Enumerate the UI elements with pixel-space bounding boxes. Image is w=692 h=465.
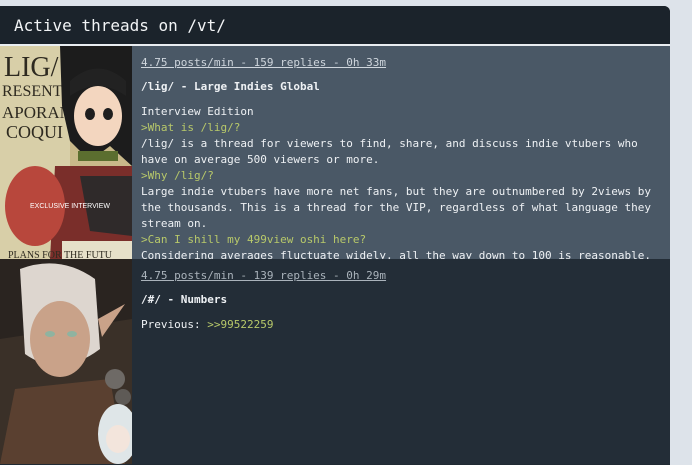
thread-thumbnail[interactable]: LIG/ RESENTS APORANA COQUI EXCLUSIVE INT… xyxy=(0,46,132,259)
thread-op-text: Interview Edition >What is /lig/? /lig/ … xyxy=(141,104,670,259)
op-line: Considering averages fluctuate widely, a… xyxy=(141,249,651,259)
op-line: Interview Edition xyxy=(141,105,254,118)
greentext-line: >What is /lig/? xyxy=(141,121,241,134)
greentext-line: >Can I shill my 499view oshi here? xyxy=(141,233,367,246)
thread-thumbnail[interactable] xyxy=(0,259,132,464)
panel-title: Active threads on /vt/ xyxy=(0,6,670,46)
thread-subject: /lig/ - Large Indies Global xyxy=(141,80,320,93)
greentext-line: >Why /lig/? xyxy=(141,169,214,182)
svg-text:RESENTS: RESENTS xyxy=(2,83,71,100)
thread-stats-link[interactable]: 4.75 posts/min - 159 replies - 0h 33m xyxy=(141,55,670,71)
svg-text:PLANS FOR THE FUTU: PLANS FOR THE FUTU xyxy=(8,250,113,259)
thread-body: 4.75 posts/min - 139 replies - 0h 29m /#… xyxy=(132,259,670,464)
thread-stats-link[interactable]: 4.75 posts/min - 139 replies - 0h 29m xyxy=(141,268,670,284)
previous-thread-link[interactable]: >>99522259 xyxy=(207,318,273,331)
active-threads-panel: Active threads on /vt/ LIG/ RESENTS APOR… xyxy=(0,6,670,465)
op-line: Large indie vtubers have more net fans, … xyxy=(141,185,658,230)
svg-text:EXCLUSIVE INTERVIEW: EXCLUSIVE INTERVIEW xyxy=(30,203,110,210)
previous-label: Previous: xyxy=(141,318,208,331)
thread-card-lig[interactable]: LIG/ RESENTS APORANA COQUI EXCLUSIVE INT… xyxy=(0,46,670,259)
op-line: /lig/ is a thread for viewers to find, s… xyxy=(141,137,645,166)
thread-body: 4.75 posts/min - 159 replies - 0h 33m /l… xyxy=(132,46,670,259)
svg-text:COQUI: COQUI xyxy=(6,122,63,142)
thread-subject: /#/ - Numbers xyxy=(141,293,228,306)
svg-text:LIG/: LIG/ xyxy=(4,52,59,83)
previous-thread-line: Previous: >>99522259 xyxy=(141,317,670,333)
thread-card-numbers[interactable]: 4.75 posts/min - 139 replies - 0h 29m /#… xyxy=(0,259,670,464)
